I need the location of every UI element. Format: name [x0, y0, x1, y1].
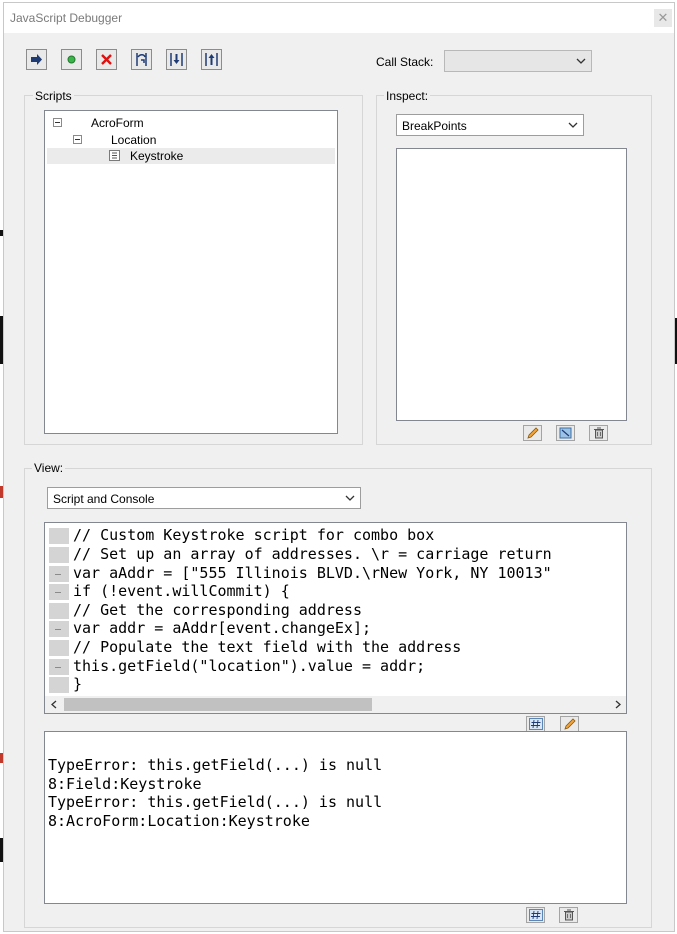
chevron-right-icon[interactable]	[609, 696, 626, 713]
console-line: 8:Field:Keystroke	[48, 775, 202, 793]
console-line: TypeError: this.getField(...) is null	[48, 756, 383, 774]
breakpoint-gutter[interactable]	[49, 659, 69, 675]
edit-script-button[interactable]	[560, 716, 579, 732]
code-text: var addr = aAddr[event.changeEx];	[73, 619, 372, 637]
interrupt-icon	[67, 55, 76, 64]
collapse-icon[interactable]	[73, 135, 82, 144]
tree-node-keystroke[interactable]: Keystroke	[47, 148, 335, 164]
delete-icon	[563, 909, 574, 921]
view-dropdown[interactable]: Script and Console	[47, 487, 361, 509]
quit-button[interactable]	[96, 49, 117, 70]
chevron-down-icon	[571, 51, 591, 71]
line-gutter[interactable]	[49, 677, 69, 693]
scripts-label: Scripts	[33, 89, 74, 103]
view-label: View:	[32, 461, 66, 475]
code-line: var addr = aAddr[event.changeEx];	[45, 619, 626, 638]
console-output[interactable]: TypeError: this.getField(...) is null 8:…	[44, 731, 627, 904]
title-bar: JavaScript Debugger ✕	[4, 3, 674, 33]
tree-node-label: Location	[111, 133, 157, 147]
edit-button[interactable]	[523, 425, 542, 441]
inspect-selected-value: BreakPoints	[402, 119, 467, 133]
code-line: // Set up an array of addresses. \r = ca…	[45, 545, 626, 564]
code-text: // Populate the text field with the addr…	[73, 638, 462, 656]
console-line-numbers-button[interactable]	[526, 907, 545, 923]
code-text: }	[73, 675, 83, 693]
code-line: this.getField("location").value = addr;	[45, 657, 626, 676]
conditional-button[interactable]	[556, 425, 575, 441]
code-text: // Custom Keystroke script for combo box	[73, 526, 435, 544]
call-stack-dropdown[interactable]	[444, 50, 592, 72]
window-title: JavaScript Debugger	[10, 11, 123, 25]
clear-console-button[interactable]	[559, 907, 578, 923]
code-text: // Get the corresponding address	[73, 601, 362, 619]
breakpoint-gutter[interactable]	[49, 584, 69, 600]
code-text: this.getField("location").value = addr;	[73, 657, 426, 675]
step-over-button[interactable]	[131, 49, 152, 70]
step-out-button[interactable]	[201, 49, 222, 70]
view-selected-value: Script and Console	[53, 492, 155, 506]
console-line: 8:AcroForm:Location:Keystroke	[48, 812, 310, 830]
hash-icon	[528, 909, 543, 921]
breakpoint-gutter[interactable]	[49, 566, 69, 582]
delete-icon	[593, 427, 604, 439]
horizontal-scrollbar[interactable]	[45, 696, 626, 713]
chevron-left-icon[interactable]	[45, 696, 62, 713]
tree-node-label: AcroForm	[91, 116, 144, 130]
line-gutter[interactable]	[49, 603, 69, 619]
code-line: }	[45, 675, 626, 694]
resume-icon	[31, 54, 42, 65]
chevron-down-icon	[563, 115, 583, 135]
code-line: // Custom Keystroke script for combo box	[45, 526, 626, 545]
chevron-down-icon	[340, 488, 360, 508]
line-gutter[interactable]	[49, 547, 69, 563]
console-line: TypeError: this.getField(...) is null	[48, 793, 383, 811]
step-over-icon	[136, 53, 147, 66]
edit-icon	[563, 718, 576, 730]
code-line: if (!event.willCommit) {	[45, 582, 626, 601]
delete-button[interactable]	[589, 425, 608, 441]
code-text: // Set up an array of addresses. \r = ca…	[73, 545, 552, 563]
line-gutter[interactable]	[49, 640, 69, 656]
call-stack-label: Call Stack:	[376, 55, 434, 69]
resume-button[interactable]	[26, 49, 47, 70]
code-line: var aAddr = ["555 Illinois BLVD.\rNew Yo…	[45, 564, 626, 583]
close-button[interactable]: ✕	[654, 9, 672, 27]
inspect-list[interactable]	[396, 148, 627, 421]
conditional-icon	[559, 427, 572, 439]
line-numbers-button[interactable]	[526, 716, 545, 732]
tree-node-acroform[interactable]: AcroForm	[45, 115, 337, 131]
code-text: if (!event.willCommit) {	[73, 582, 290, 600]
collapse-icon[interactable]	[53, 118, 62, 127]
code-text: var aAddr = ["555 Illinois BLVD.\rNew Yo…	[73, 564, 552, 582]
step-into-icon	[170, 53, 183, 66]
breakpoint-gutter[interactable]	[49, 621, 69, 637]
tree-node-label: Keystroke	[130, 149, 184, 163]
quit-icon	[101, 54, 112, 65]
step-out-icon	[205, 53, 218, 66]
inspect-dropdown[interactable]: BreakPoints	[396, 114, 584, 136]
script-editor[interactable]: // Custom Keystroke script for combo box…	[44, 522, 627, 714]
edit-icon	[526, 427, 539, 439]
code-line: // Get the corresponding address	[45, 601, 626, 620]
script-icon	[109, 150, 120, 161]
tree-node-location[interactable]: Location	[45, 132, 337, 148]
scrollbar-thumb[interactable]	[64, 698, 372, 711]
step-into-button[interactable]	[166, 49, 187, 70]
scripts-tree[interactable]: AcroForm Location Keystroke	[44, 110, 338, 434]
interrupt-button[interactable]	[61, 49, 82, 70]
line-gutter[interactable]	[49, 528, 69, 544]
inspect-label: Inspect:	[384, 89, 431, 103]
hash-icon	[528, 718, 543, 730]
code-line: // Populate the text field with the addr…	[45, 638, 626, 657]
